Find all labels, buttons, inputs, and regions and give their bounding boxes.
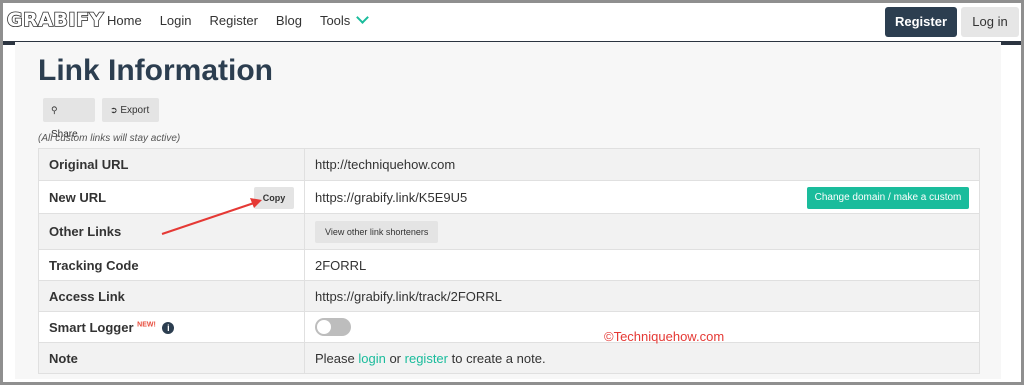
share-button[interactable]: ⚲ Share — [43, 98, 95, 140]
new-url-value-cell: https://grabify.link/K5E9U5 Change domai… — [304, 180, 980, 225]
tracking-code-label: Tracking Code — [38, 249, 305, 281]
row-smart-logger: Smart Logger NEW! i — [38, 311, 980, 343]
original-url-label: Original URL — [38, 148, 305, 181]
custom-links-note: (All custom links will stay active) — [38, 133, 181, 144]
note-cell: Please login or register to create a not… — [304, 342, 980, 374]
nav-links: Home Login Register Blog Tools — [107, 11, 385, 28]
row-new-url: New URL Copy https://grabify.link/K5E9U5… — [38, 180, 980, 225]
copy-button[interactable]: Copy — [254, 187, 294, 209]
smart-logger-toggle[interactable] — [315, 318, 351, 336]
nav-home[interactable]: Home — [107, 13, 142, 28]
new-badge: NEW! — [137, 321, 156, 329]
chevron-down-icon — [356, 11, 370, 24]
tracking-code-value: 2FORRL — [304, 249, 980, 281]
access-link-label: Access Link — [38, 280, 305, 312]
new-url-label: New URL — [49, 189, 107, 205]
smart-logger-label: Smart Logger — [49, 319, 134, 335]
row-other-links: Other Links View other link shorteners — [38, 213, 980, 250]
other-links-cell: View other link shorteners — [304, 213, 980, 250]
login-button[interactable]: Log in — [961, 7, 1019, 37]
watermark: ©Techniquehow.com — [604, 329, 725, 344]
nav-login[interactable]: Login — [160, 13, 192, 28]
row-tracking-code: Tracking Code 2FORRL — [38, 249, 980, 281]
logo[interactable]: GRABIFY — [6, 8, 104, 32]
note-suffix: to create a note. — [448, 350, 546, 366]
top-nav: GRABIFY Home Login Register Blog Tools R… — [3, 3, 1021, 41]
change-domain-button[interactable]: Change domain / make a custom link — [807, 187, 969, 225]
new-url-value[interactable]: https://grabify.link/K5E9U5 — [315, 190, 467, 205]
smart-logger-label-cell: Smart Logger NEW! i — [38, 311, 305, 343]
row-note: Note Please login or register to create … — [38, 342, 980, 374]
export-button[interactable]: ➲ Export — [102, 98, 159, 122]
info-icon[interactable]: i — [162, 322, 175, 335]
export-icon: ➲ — [110, 105, 118, 115]
nav-tools-label: Tools — [319, 13, 351, 28]
nav-blog[interactable]: Blog — [276, 13, 302, 28]
row-original-url: Original URL http://techniquehow.com — [38, 148, 980, 181]
link-info-table: Original URL http://techniquehow.com New… — [38, 148, 980, 374]
nav-register[interactable]: Register — [210, 13, 258, 28]
row-access-link: Access Link https://grabify.link/track/2… — [38, 280, 980, 312]
export-label: Export — [120, 105, 150, 116]
page-title: Link Information — [38, 54, 273, 87]
toggle-knob — [317, 320, 331, 334]
nav-tools[interactable]: Tools — [319, 11, 370, 28]
note-label: Note — [38, 342, 305, 374]
view-other-shorteners-button[interactable]: View other link shorteners — [315, 220, 439, 243]
note-login-link[interactable]: login — [358, 351, 385, 366]
register-button[interactable]: Register — [885, 7, 957, 37]
other-links-label: Other Links — [38, 213, 305, 250]
note-middle: or — [385, 350, 405, 366]
note-register-link[interactable]: register — [405, 351, 448, 366]
new-url-label-cell: New URL Copy — [38, 180, 305, 214]
note-prefix: Please — [315, 350, 359, 366]
original-url-value: http://techniquehow.com — [304, 148, 980, 181]
access-link-value[interactable]: https://grabify.link/track/2FORRL — [304, 280, 980, 312]
share-icon: ⚲ — [51, 105, 58, 115]
